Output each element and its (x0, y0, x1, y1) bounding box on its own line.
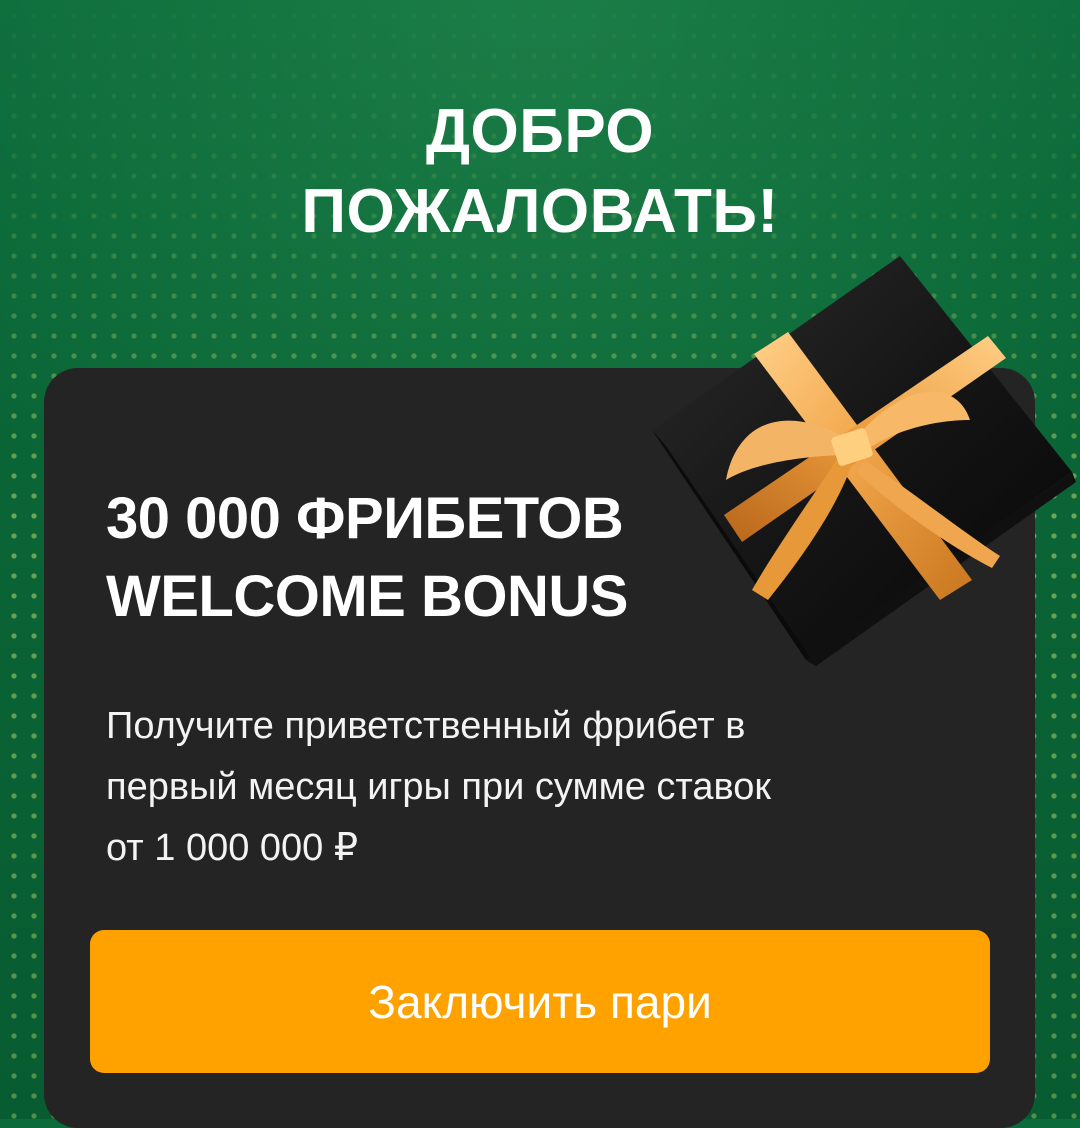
promo-description-line-2: первый месяц игры при сумме ставок (106, 766, 772, 808)
promo-description-line-1: Получите приветственный фрибет в (106, 705, 746, 747)
welcome-title-line-2: ПОЖАЛОВАТЬ! (301, 177, 779, 246)
promo-description: Получите приветственный фрибет в первый … (106, 696, 906, 879)
promo-title-line-2: WELCOME BONUS (106, 564, 628, 629)
welcome-title: ДОБРО ПОЖАЛОВАТЬ! (0, 92, 1080, 252)
welcome-title-line-1: ДОБРО (425, 97, 655, 166)
promo-description-line-3: от 1 000 000 ₽ (106, 827, 359, 869)
gift-box-icon (652, 256, 1076, 666)
place-bet-button[interactable]: Заключить пари (90, 930, 990, 1073)
promo-title-line-1: 30 000 ФРИБЕТОВ (106, 486, 624, 551)
promo-title: 30 000 ФРИБЕТОВ WELCOME BONUS (106, 480, 628, 636)
